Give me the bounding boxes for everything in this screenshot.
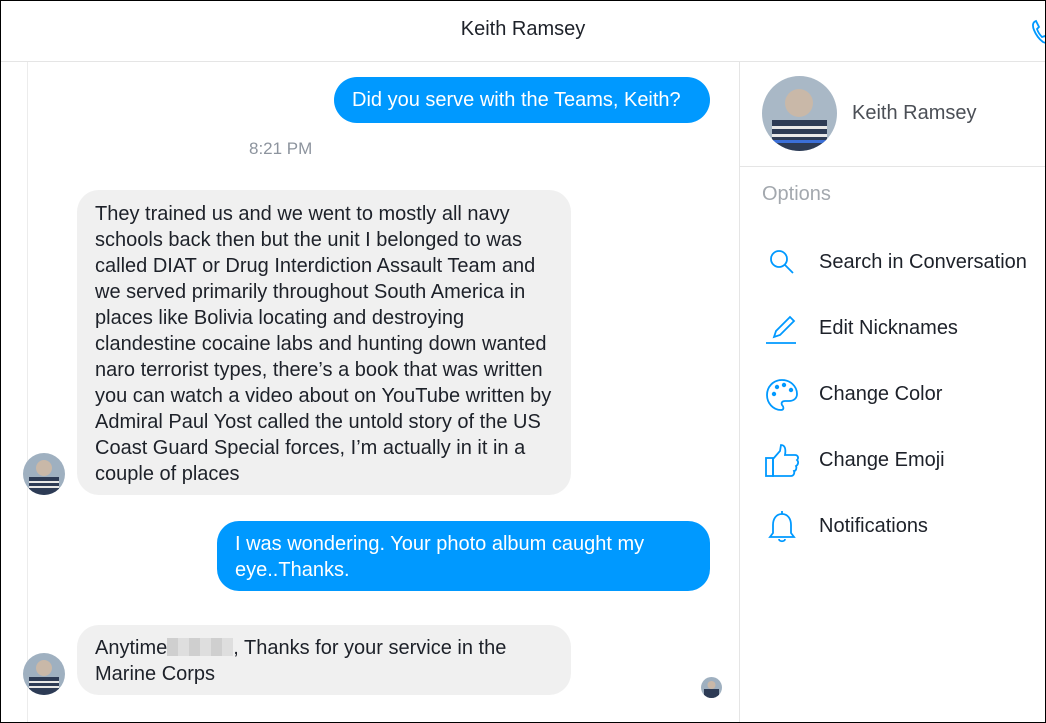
thumbs-up-icon [765, 444, 799, 477]
message-text: They trained us and we went to mostly al… [95, 203, 552, 485]
phone-icon[interactable] [1030, 19, 1046, 45]
option-label: Search in Conversation [819, 251, 1027, 273]
read-receipt-avatar [701, 677, 722, 698]
palette-icon [766, 379, 798, 411]
bell-icon [768, 511, 796, 543]
messenger-window: Keith Ramsey Did you serve with the Team… [0, 0, 1046, 723]
avatar[interactable] [23, 653, 65, 695]
option-edit-nicknames[interactable]: Edit Nicknames [740, 305, 1045, 353]
message-outgoing[interactable]: I was wondering. Your photo album caught… [217, 521, 710, 591]
message-incoming[interactable]: They trained us and we went to mostly al… [77, 190, 571, 495]
profile-header[interactable]: Keith Ramsey [740, 62, 1045, 167]
option-notifications[interactable]: Notifications [740, 503, 1045, 551]
option-label: Change Color [819, 383, 943, 405]
option-label: Change Emoji [819, 449, 945, 471]
option-label: Notifications [819, 515, 928, 537]
message-text: I was wondering. Your photo album caught… [235, 533, 645, 581]
conversation-header: Keith Ramsey [1, 1, 1045, 62]
message-outgoing[interactable]: Did you serve with the Teams, Keith? [334, 77, 710, 123]
conversation-title: Keith Ramsey [460, 18, 586, 40]
details-sidebar: Keith Ramsey Options Search in Conversat… [740, 62, 1045, 722]
avatar[interactable] [23, 453, 65, 495]
options-heading: Options [762, 183, 831, 205]
message-text-before: Anytime [95, 637, 168, 659]
redacted-name [167, 638, 234, 656]
search-icon [770, 250, 794, 274]
option-label: Edit Nicknames [819, 317, 958, 339]
option-change-color[interactable]: Change Color [740, 371, 1045, 419]
message-timestamp: 8:21 PM [249, 139, 313, 158]
message-text: Did you serve with the Teams, Keith? [352, 89, 681, 111]
profile-name[interactable]: Keith Ramsey [852, 102, 977, 125]
message-incoming[interactable]: Anytime, Thanks for your service in the … [77, 625, 571, 695]
option-change-emoji[interactable]: Change Emoji [740, 437, 1045, 485]
pencil-icon [766, 315, 796, 344]
profile-avatar[interactable] [762, 76, 837, 151]
option-search-in-conversation[interactable]: Search in Conversation [740, 239, 1045, 287]
